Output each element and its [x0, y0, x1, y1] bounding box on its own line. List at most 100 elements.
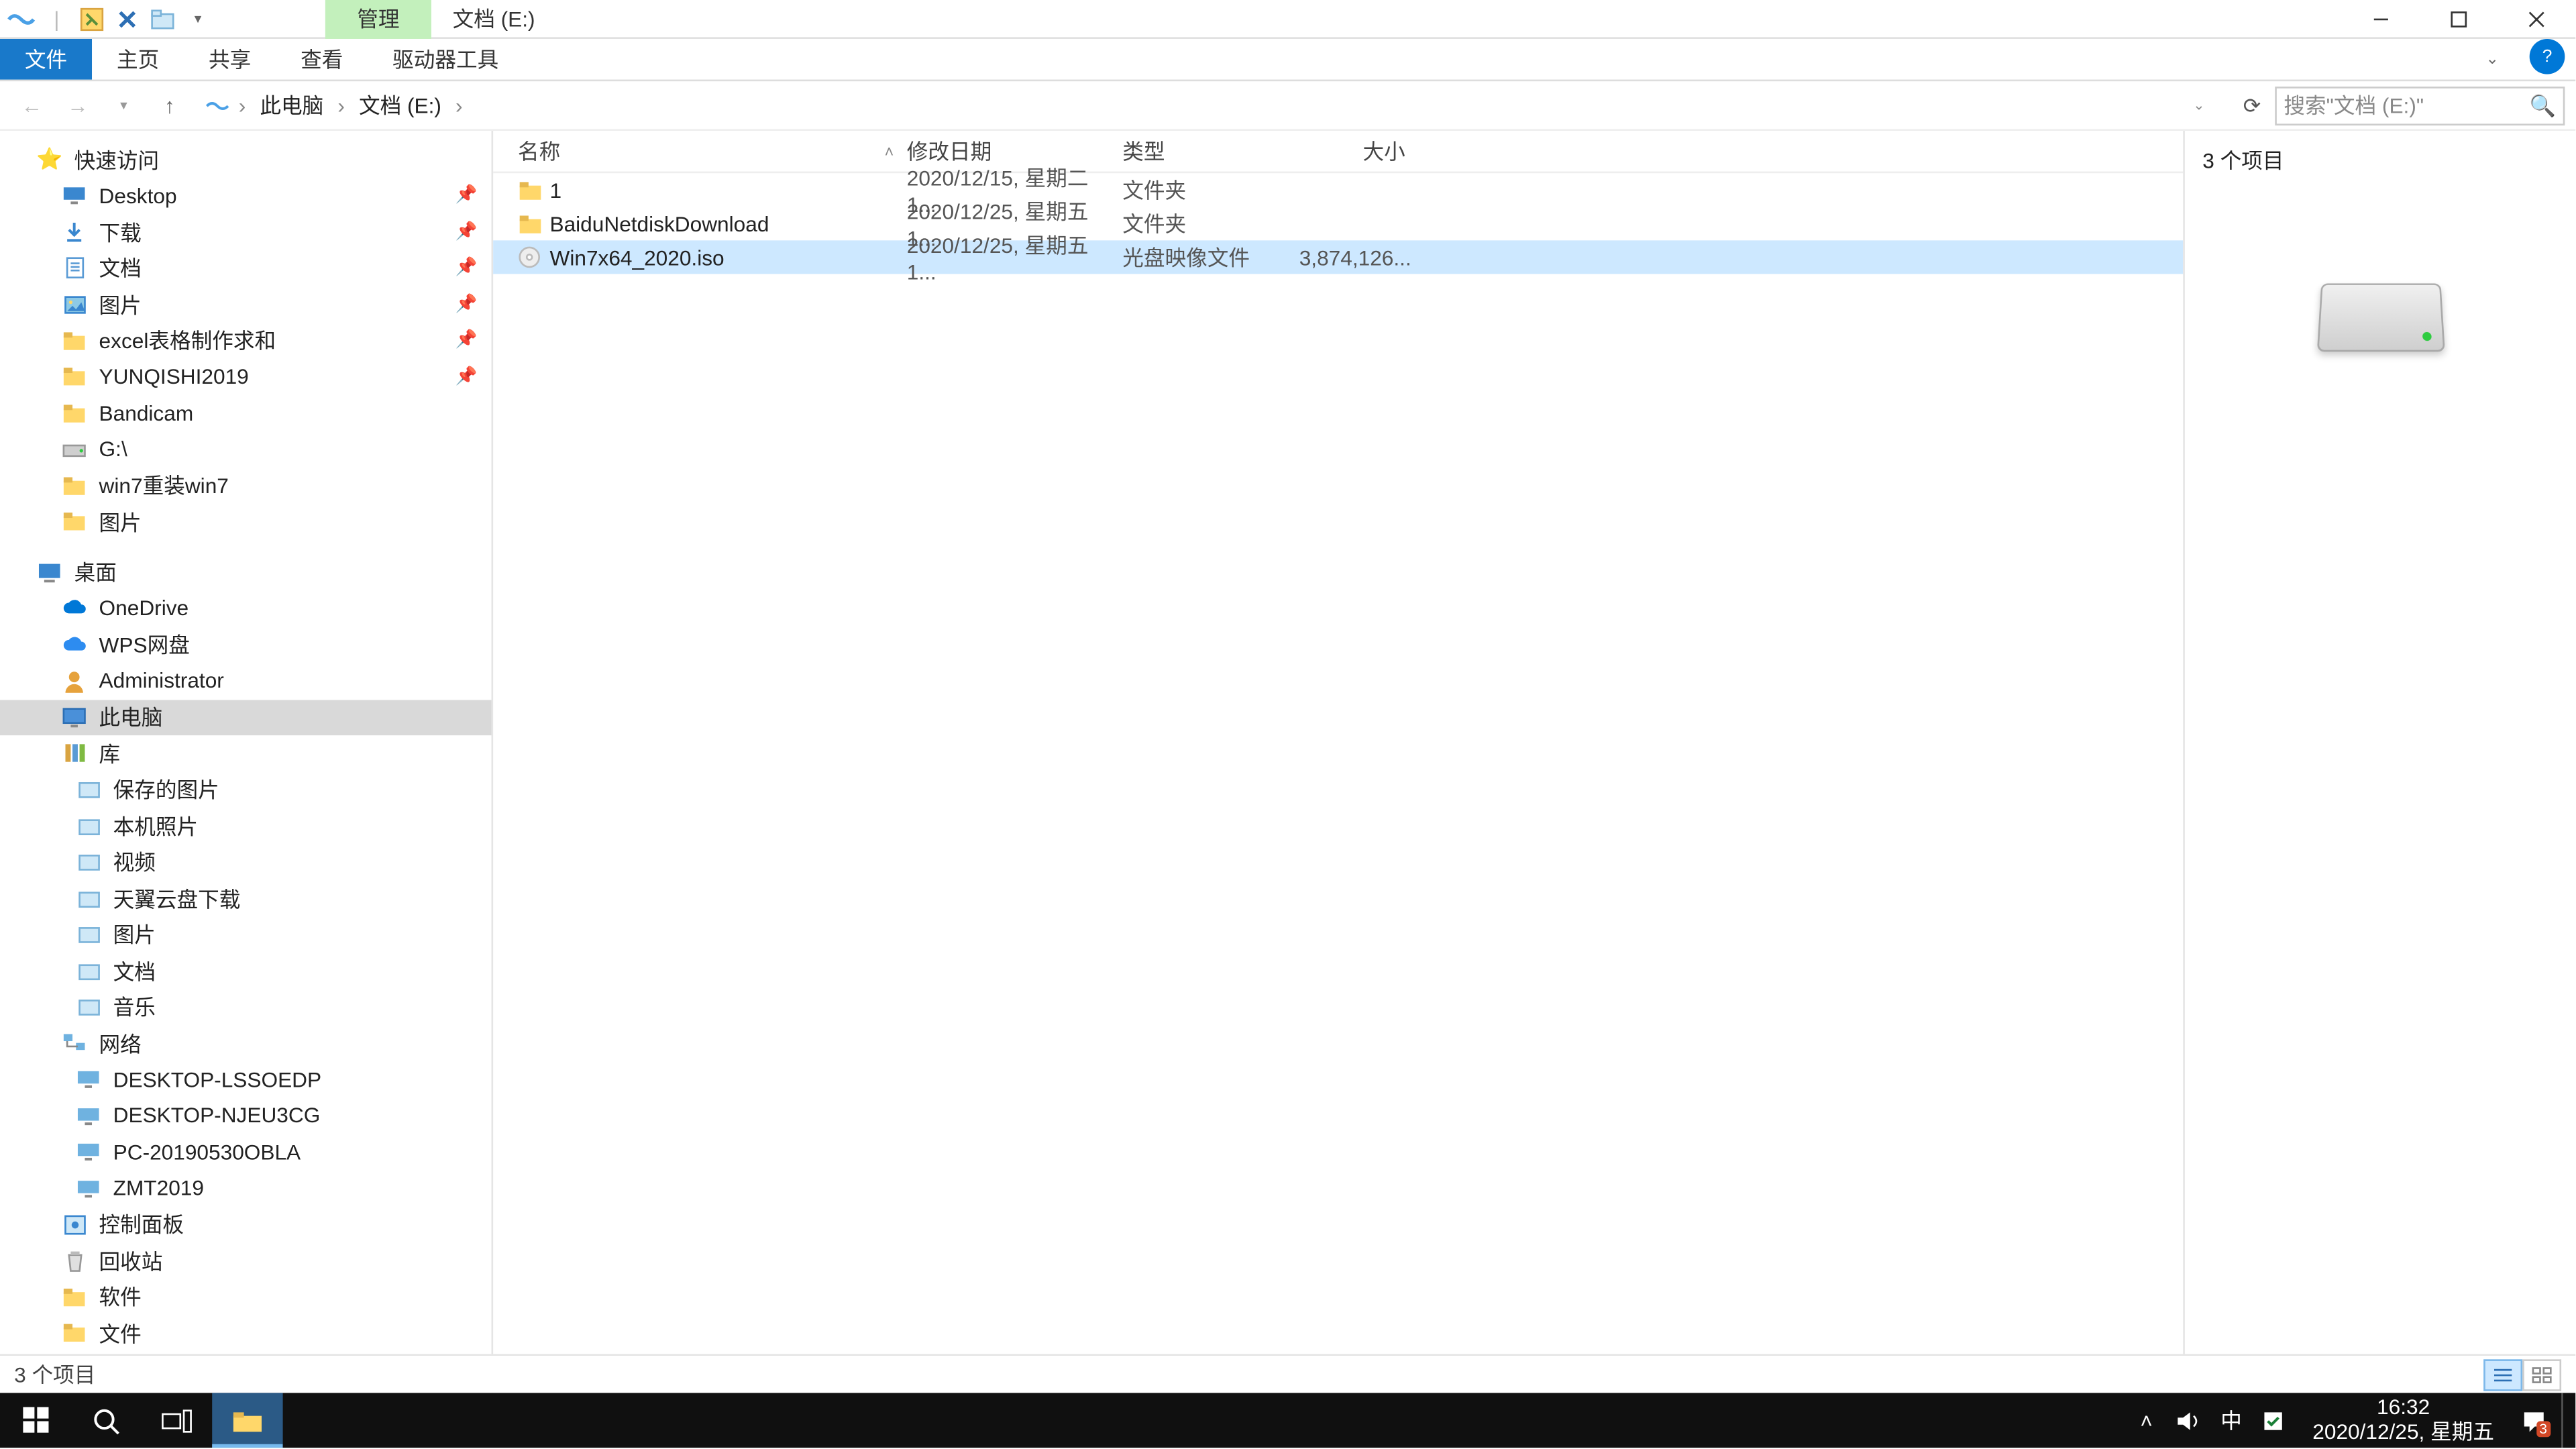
nav-extra-item[interactable]: 回收站: [0, 1242, 492, 1279]
nav-library-item[interactable]: 音乐: [0, 989, 492, 1025]
clock-time: 16:32: [2312, 1396, 2494, 1420]
nav-desktop-item[interactable]: Administrator: [0, 663, 492, 699]
nav-desktop-item[interactable]: OneDrive: [0, 590, 492, 627]
doc-icon: [60, 254, 89, 282]
nav-extra-item[interactable]: 文件: [0, 1315, 492, 1351]
new-folder-icon[interactable]: [145, 1, 180, 36]
refresh-button[interactable]: ⟳: [2233, 93, 2271, 117]
tray-overflow-icon[interactable]: ˄: [2133, 1406, 2161, 1434]
nav-library-item[interactable]: 视频: [0, 844, 492, 880]
nav-library-item[interactable]: 天翼云盘下载: [0, 880, 492, 916]
nav-library-item[interactable]: 本机照片: [0, 808, 492, 844]
pic-icon: [60, 290, 89, 319]
recent-dropdown-icon[interactable]: ▾: [103, 84, 145, 126]
minimize-button[interactable]: [2342, 0, 2420, 38]
maximize-button[interactable]: [2420, 0, 2498, 38]
nav-network-item[interactable]: PC-20190530OBLA: [0, 1134, 492, 1170]
chevron-right-icon[interactable]: ›: [235, 93, 249, 117]
folder-icon: [518, 179, 549, 201]
nav-desktop-item[interactable]: WPS网盘: [0, 627, 492, 663]
nav-network[interactable]: 网络: [0, 1025, 492, 1061]
back-button[interactable]: ←: [11, 84, 53, 126]
search-input[interactable]: 搜索"文档 (E:)" 🔍: [2275, 86, 2565, 125]
nav-network-item[interactable]: DESKTOP-LSSOEDP: [0, 1061, 492, 1097]
taskbar-explorer[interactable]: [212, 1393, 282, 1448]
search-icon[interactable]: 🔍: [2530, 93, 2556, 117]
nav-desktop-item[interactable]: 此电脑: [0, 699, 492, 735]
status-bar: 3 个项目: [0, 1354, 2575, 1393]
chevron-right-icon[interactable]: ›: [334, 93, 348, 117]
col-size[interactable]: 大小: [1299, 136, 1405, 166]
nav-quick-item[interactable]: 文档📌: [0, 250, 492, 286]
tab-share[interactable]: 共享: [184, 39, 276, 80]
taskbar[interactable]: ˄ 中 16:32 2020/12/25, 星期五 3: [0, 1393, 2575, 1448]
tab-drive-tools[interactable]: 驱动器工具: [368, 39, 523, 80]
nav-quick-item[interactable]: Bandicam: [0, 395, 492, 431]
nav-quick-item[interactable]: 图片: [0, 504, 492, 540]
help-icon[interactable]: ?: [2530, 39, 2565, 74]
details-view-button[interactable]: [2483, 1358, 2522, 1390]
volume-icon[interactable]: [2175, 1406, 2203, 1434]
taskbar-clock[interactable]: 16:32 2020/12/25, 星期五: [2302, 1396, 2504, 1445]
nav-quick-item[interactable]: Desktop📌: [0, 178, 492, 214]
task-view-button[interactable]: [142, 1393, 212, 1448]
crumb-this-pc[interactable]: 此电脑: [253, 87, 331, 123]
properties-icon[interactable]: [74, 1, 110, 36]
path-root-icon[interactable]: [203, 91, 231, 119]
nav-item-label: ZMT2019: [113, 1176, 204, 1201]
nav-library-item[interactable]: 文档: [0, 953, 492, 989]
col-type[interactable]: 类型: [1122, 136, 1299, 166]
app-icon[interactable]: [3, 1, 39, 36]
nav-quick-access[interactable]: ⭐ 快速访问: [0, 142, 492, 178]
file-row[interactable]: Win7x64_2020.iso2020/12/25, 星期五 1...光盘映像…: [493, 240, 2183, 274]
close-button[interactable]: [2498, 0, 2575, 38]
nav-item-label: Desktop: [99, 183, 177, 208]
close-blue-icon[interactable]: [109, 1, 145, 36]
forward-button[interactable]: →: [56, 84, 99, 126]
column-headers[interactable]: 名称˄ 修改日期 类型 大小: [493, 131, 2183, 173]
pin-icon: 📌: [455, 331, 478, 350]
nav-quick-item[interactable]: YUNQISHI2019📌: [0, 359, 492, 395]
ribbon-tabs: 文件 主页 共享 查看 驱动器工具 ⌄ ?: [0, 39, 2575, 81]
nav-desktop[interactable]: 桌面: [0, 554, 492, 590]
file-rows[interactable]: 12020/12/15, 星期二 1...文件夹BaiduNetdiskDown…: [493, 173, 2183, 274]
start-button[interactable]: [0, 1393, 70, 1448]
nav-library-item[interactable]: 图片: [0, 916, 492, 953]
chevron-right-icon[interactable]: ›: [452, 93, 466, 117]
library-item-icon: [74, 812, 103, 840]
navigation-pane[interactable]: ⭐ 快速访问 Desktop📌下载📌文档📌图片📌excel表格制作求和📌YUNQ…: [0, 131, 493, 1397]
nav-network-item[interactable]: ZMT2019: [0, 1170, 492, 1206]
crumb-drive[interactable]: 文档 (E:): [352, 87, 448, 123]
nav-quick-item[interactable]: 图片📌: [0, 286, 492, 323]
nav-extra-item[interactable]: 控制面板: [0, 1206, 492, 1242]
ime-indicator[interactable]: 中: [2217, 1406, 2245, 1434]
desktop-icon: [60, 182, 89, 210]
thumbnails-view-button[interactable]: [2522, 1358, 2561, 1390]
file-row[interactable]: 12020/12/15, 星期二 1...文件夹: [493, 173, 2183, 207]
qat-dropdown-icon[interactable]: ▾: [180, 1, 216, 36]
bin-icon: [60, 1246, 89, 1275]
address-dropdown-icon[interactable]: ⌄: [2178, 84, 2220, 126]
nav-quick-item[interactable]: win7重装win7: [0, 468, 492, 504]
nav-network-item[interactable]: DESKTOP-NJEU3CG: [0, 1097, 492, 1134]
action-center-icon[interactable]: 3: [2519, 1406, 2547, 1434]
col-date[interactable]: 修改日期: [907, 136, 1122, 166]
nav-quick-item[interactable]: excel表格制作求和📌: [0, 323, 492, 359]
tab-file[interactable]: 文件: [0, 39, 92, 80]
nav-quick-item[interactable]: G:\: [0, 431, 492, 468]
nav-library-item[interactable]: 保存的图片: [0, 771, 492, 808]
ribbon-expand-icon[interactable]: ⌄: [2466, 39, 2519, 80]
show-desktop-button[interactable]: [2561, 1393, 2569, 1448]
tab-home[interactable]: 主页: [92, 39, 184, 80]
search-button[interactable]: [70, 1393, 141, 1448]
nav-desktop-item[interactable]: 库: [0, 735, 492, 771]
tab-view[interactable]: 查看: [276, 39, 368, 80]
nav-item-label: 保存的图片: [113, 775, 219, 805]
breadcrumb[interactable]: › 此电脑 › 文档 (E:) › ⌄: [195, 86, 2229, 125]
nav-quick-item[interactable]: 下载📌: [0, 214, 492, 250]
up-button[interactable]: ↑: [148, 84, 191, 126]
security-icon[interactable]: [2259, 1406, 2288, 1434]
file-row[interactable]: BaiduNetdiskDownload2020/12/25, 星期五 1...…: [493, 207, 2183, 240]
nav-extra-item[interactable]: 软件: [0, 1279, 492, 1315]
col-name[interactable]: 名称˄: [518, 136, 907, 166]
